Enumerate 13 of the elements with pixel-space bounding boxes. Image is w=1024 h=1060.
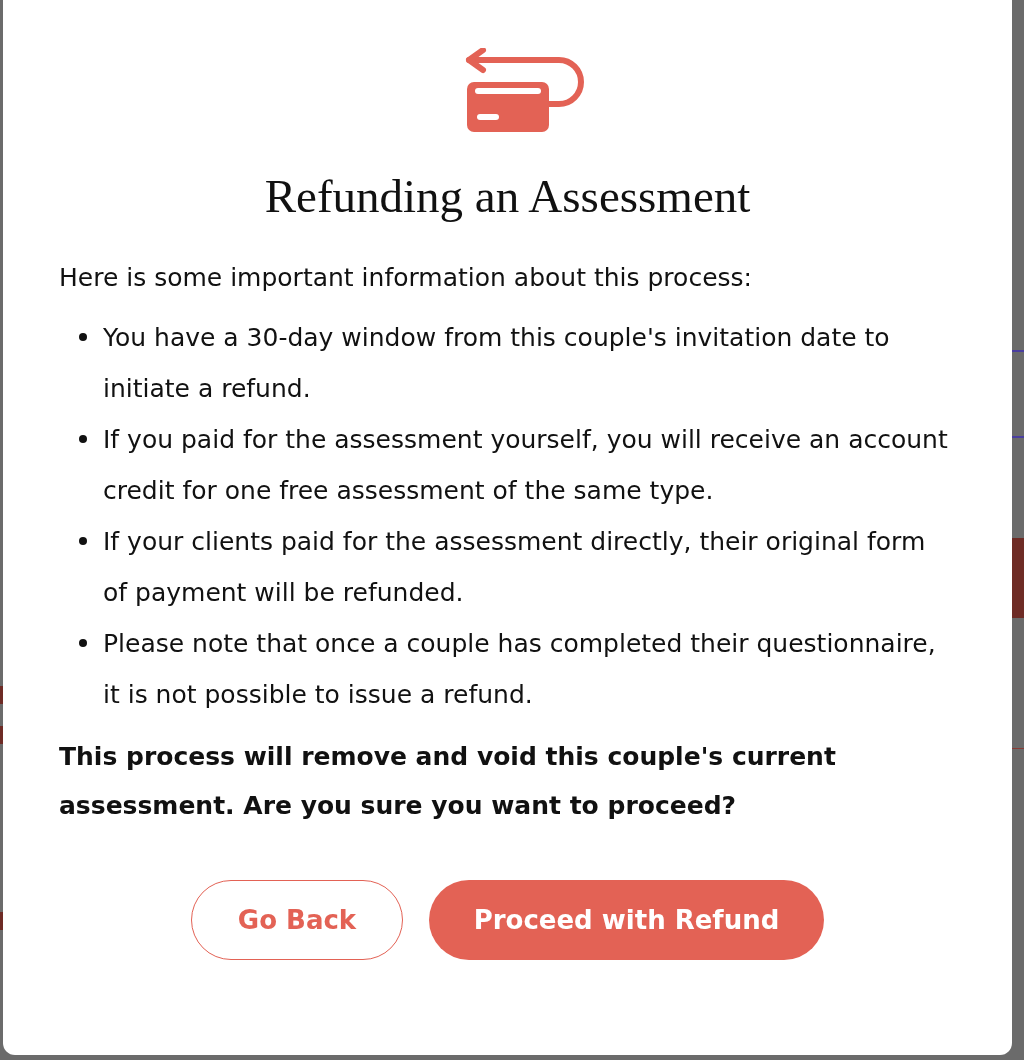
- info-point: If you paid for the assessment yourself, you will receive an account credit for one free assessment of the same type.: [103, 424, 949, 508]
- info-point: You have a 30-day window from this couple's invitation date to initiate a refund.: [103, 322, 891, 406]
- back-button[interactable]: Go Back: [191, 880, 403, 961]
- dialog-title: Refunding an Assessment: [264, 169, 751, 224]
- info-point: Please note that once a couple has completed their questionnaire, it is not possible to issue a refund.: [103, 628, 937, 712]
- warning-text: This process will remove and void this couple's current assessment. Are you sure you want to proceed?: [59, 741, 837, 823]
- bullet-icon: [79, 639, 87, 648]
- proceed-button[interactable]: Proceed with Refund: [429, 880, 824, 961]
- info-point: If your clients paid for the assessment directly, their original form of payment will be refunded.: [103, 526, 927, 610]
- bullet-icon: [79, 537, 87, 546]
- bullet-icon: [79, 435, 87, 444]
- intro-text: Here is some important information about this process:: [59, 262, 753, 295]
- bullet-icon: [79, 333, 87, 342]
